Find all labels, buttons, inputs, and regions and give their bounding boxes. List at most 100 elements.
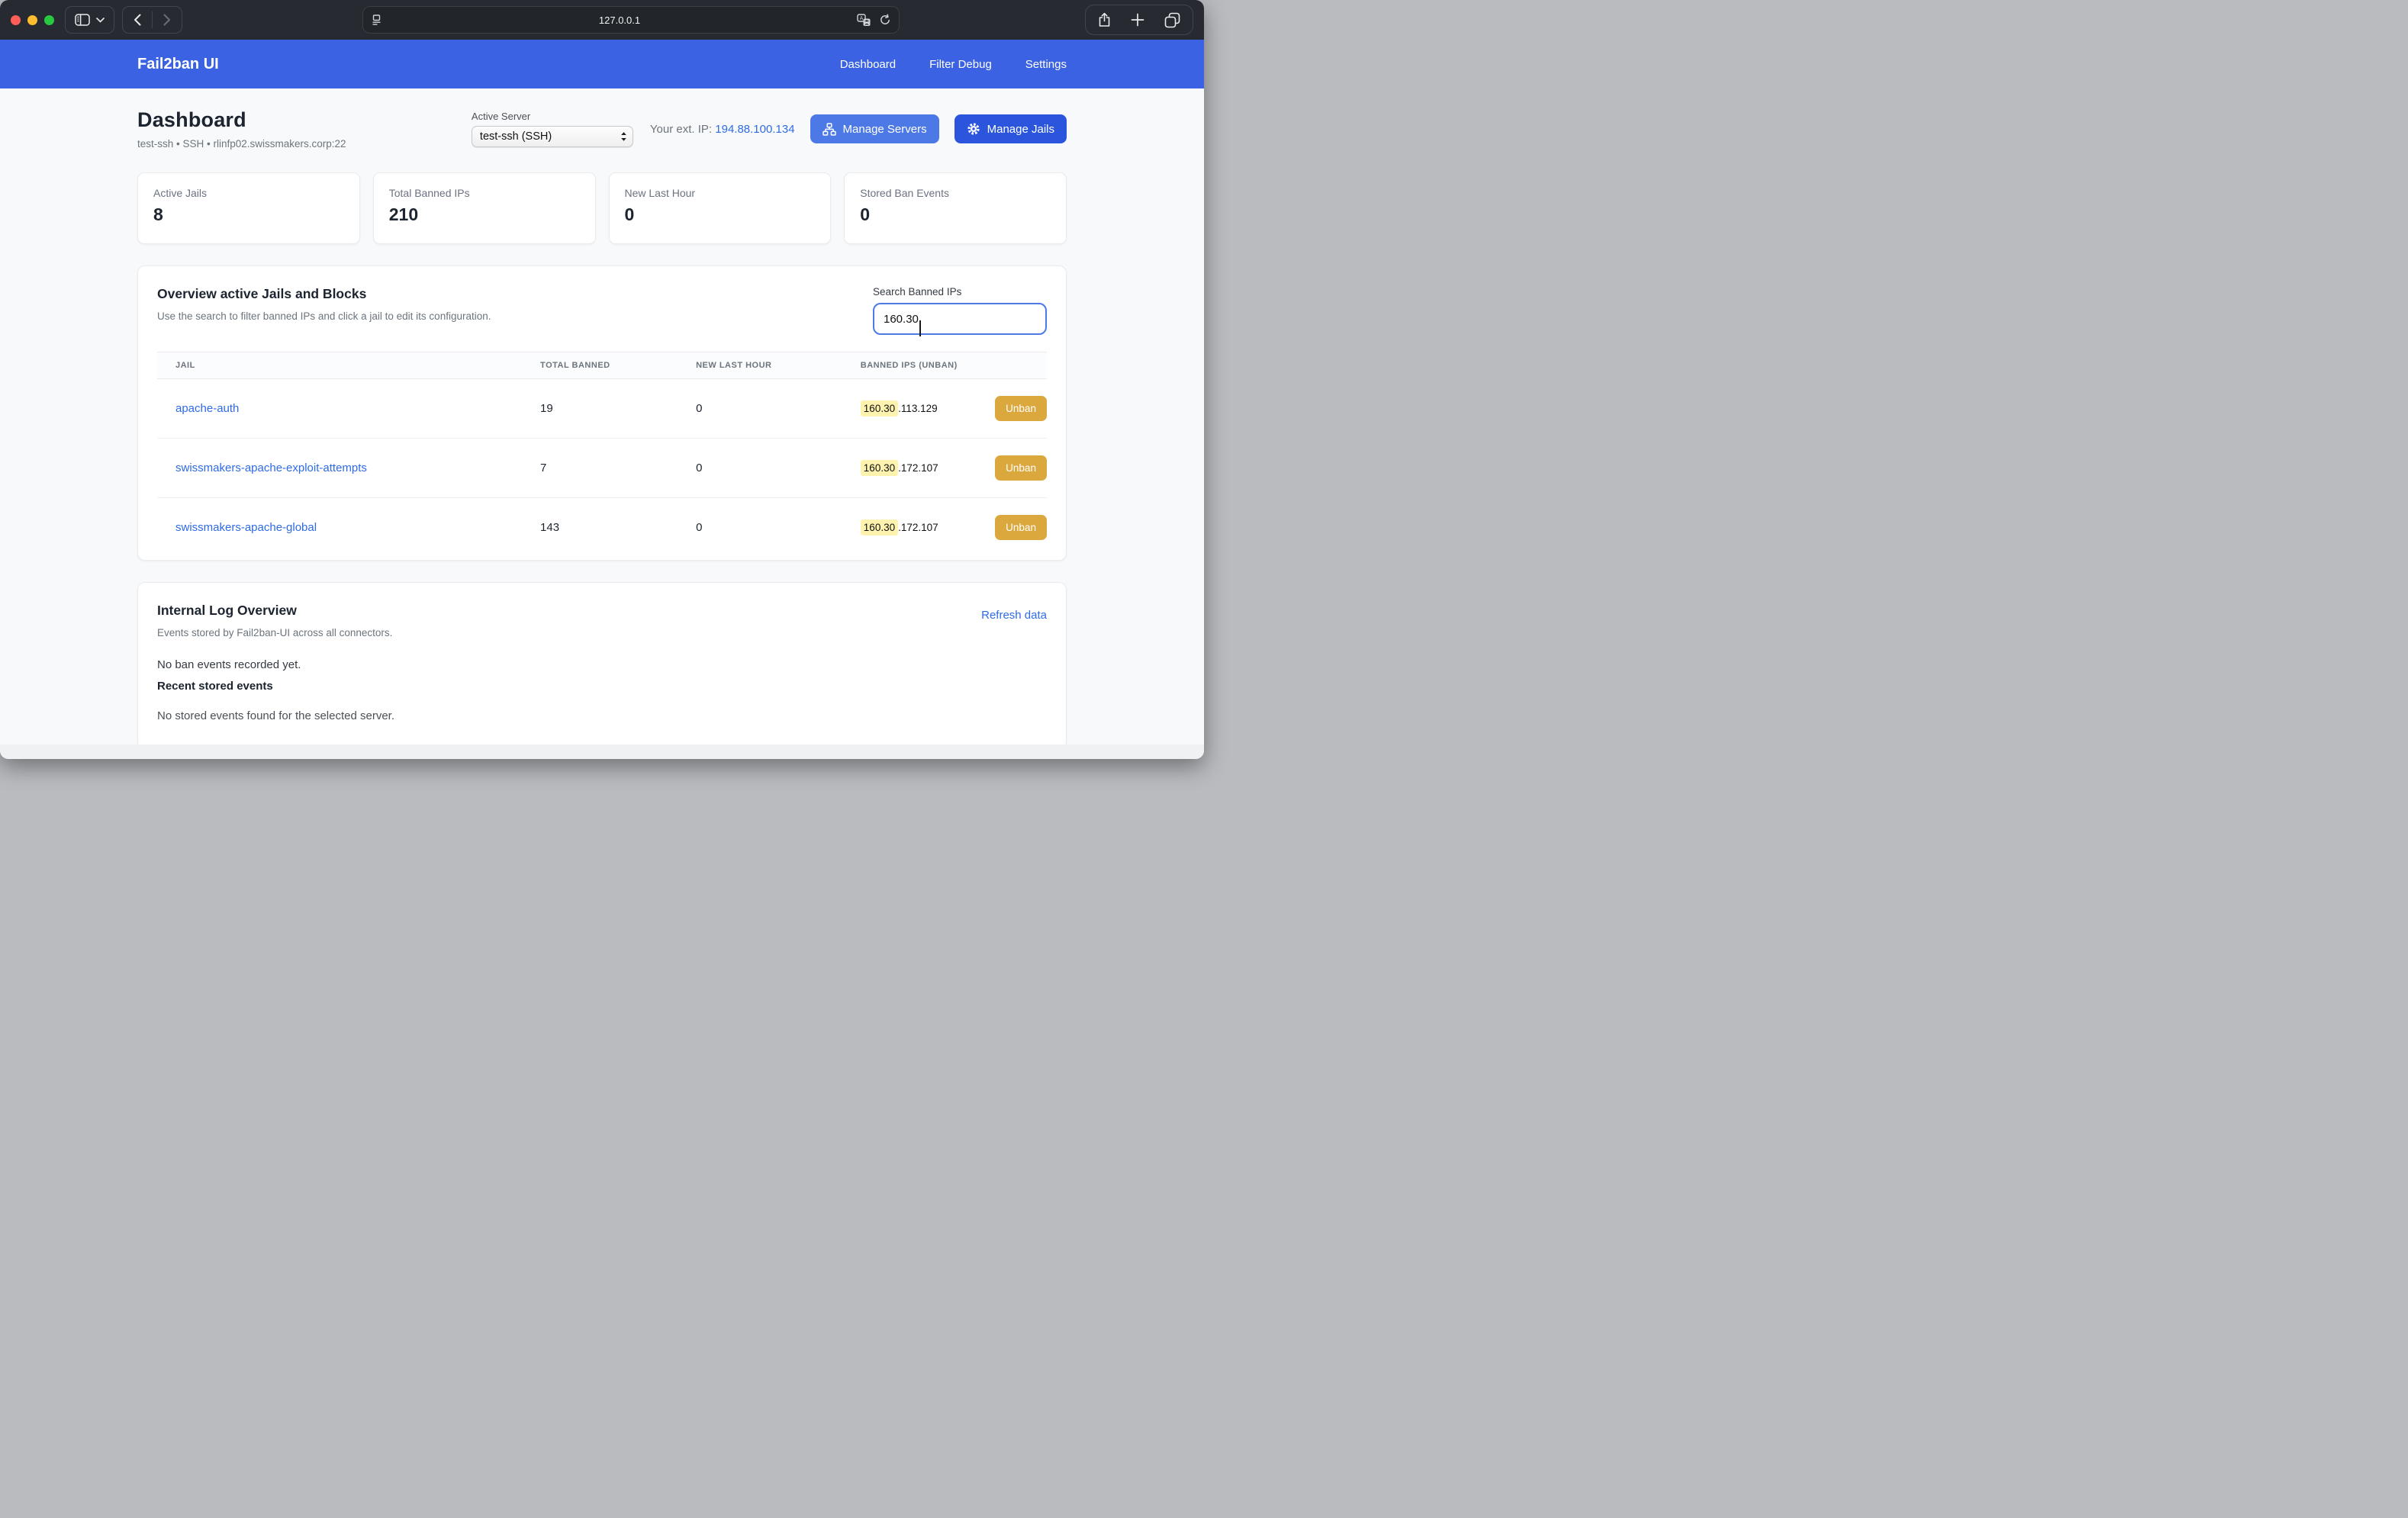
gear-icon (967, 122, 980, 136)
search-block: Search Banned IPs (873, 286, 1047, 335)
manage-servers-button[interactable]: Manage Servers (810, 114, 939, 143)
unban-button[interactable]: Unban (995, 515, 1047, 540)
page-title: Dashboard (137, 108, 346, 132)
page-subtitle: test-ssh • SSH • rlinfp02.swissmakers.co… (137, 138, 346, 150)
browser-window: 127.0.0.1 A Fail2ban UI (0, 0, 1204, 759)
forward-button[interactable] (153, 7, 182, 33)
stat-value: 0 (860, 204, 1051, 225)
column-header-total-banned: TOTAL BANNED (522, 361, 678, 370)
search-label: Search Banned IPs (873, 286, 1047, 297)
jail-link[interactable]: swissmakers-apache-exploit-attempts (175, 462, 367, 474)
new-last-hour-value: 0 (678, 462, 842, 474)
recent-stored-events-title: Recent stored events (157, 680, 1047, 693)
browser-titlebar: 127.0.0.1 A (0, 0, 1204, 40)
jail-link[interactable]: apache-auth (175, 402, 239, 415)
toolbar-right-group (1085, 5, 1193, 35)
log-caption: Events stored by Fail2ban-UI across all … (157, 627, 392, 638)
url-text[interactable]: 127.0.0.1 (382, 14, 857, 26)
manage-servers-label: Manage Servers (843, 123, 927, 136)
total-banned-value: 143 (522, 521, 678, 534)
app-navbar: Fail2ban UI Dashboard Filter Debug Setti… (0, 40, 1204, 88)
stat-card-active-jails: Active Jails 8 (137, 172, 360, 244)
overview-caption: Use the search to filter banned IPs and … (157, 310, 491, 322)
zoom-window-button[interactable] (44, 15, 54, 25)
stat-label: Total Banned IPs (389, 187, 580, 199)
banned-ip: 160.30.172.107 (861, 462, 938, 474)
column-header-banned-ips: BANNED IPS (UNBAN) (842, 361, 1047, 370)
traffic-lights (11, 15, 54, 25)
external-ip-label: Your ext. IP: (650, 123, 712, 136)
page-content: Dashboard test-ssh • SSH • rlinfp02.swis… (0, 88, 1204, 745)
ip-rest: .113.129 (898, 403, 938, 414)
refresh-data-link[interactable]: Refresh data (981, 609, 1047, 638)
stat-label: Stored Ban Events (860, 187, 1051, 199)
reload-icon[interactable] (879, 14, 891, 26)
table-row: swissmakers-apache-global 143 0 160.30.1… (157, 498, 1047, 557)
active-server-select[interactable]: test-ssh (SSH) (472, 126, 633, 147)
no-ban-events-text: No ban events recorded yet. (157, 658, 1047, 671)
stat-card-stored-ban-events: Stored Ban Events 0 (844, 172, 1067, 244)
history-nav-group (122, 6, 182, 34)
nav-links: Dashboard Filter Debug Settings (840, 58, 1067, 71)
sitemap-icon (823, 123, 836, 136)
sidebar-icon (75, 14, 90, 26)
close-window-button[interactable] (11, 15, 21, 25)
manage-jails-label: Manage Jails (987, 123, 1054, 136)
text-caret (919, 320, 921, 336)
total-banned-value: 7 (522, 462, 678, 474)
total-banned-value: 19 (522, 402, 678, 415)
column-header-jail: JAIL (157, 361, 522, 370)
ip-rest: .172.107 (898, 462, 938, 474)
search-banned-ips-input[interactable] (873, 303, 1047, 335)
sidebar-toggle-button[interactable] (65, 6, 114, 34)
new-last-hour-value: 0 (678, 521, 842, 534)
overview-card: Overview active Jails and Blocks Use the… (137, 265, 1067, 561)
unban-button[interactable]: Unban (995, 396, 1047, 421)
no-stored-events-text: No stored events found for the selected … (157, 709, 1047, 722)
unban-button[interactable]: Unban (995, 455, 1047, 481)
active-server-label: Active Server (472, 111, 633, 122)
tab-overview-icon[interactable] (1164, 12, 1180, 28)
ip-highlight: 160.30 (861, 460, 898, 476)
new-tab-icon[interactable] (1131, 13, 1144, 27)
ip-highlight: 160.30 (861, 400, 898, 416)
nav-link-settings[interactable]: Settings (1025, 58, 1067, 71)
chevron-down-icon (96, 18, 105, 23)
ip-rest: .172.107 (898, 522, 938, 533)
banned-ip: 160.30.113.129 (861, 403, 938, 414)
table-header-row: JAIL TOTAL BANNED NEW LAST HOUR BANNED I… (157, 352, 1047, 379)
table-row: apache-auth 19 0 160.30.113.129 Unban (157, 379, 1047, 439)
share-icon[interactable] (1098, 12, 1111, 27)
external-ip: Your ext. IP: 194.88.100.134 (650, 123, 795, 136)
stat-value: 0 (625, 204, 816, 225)
back-button[interactable] (123, 7, 152, 33)
nav-link-dashboard[interactable]: Dashboard (840, 58, 896, 71)
table-row: swissmakers-apache-exploit-attempts 7 0 … (157, 439, 1047, 498)
active-server-block: Active Server test-ssh (SSH) (472, 111, 633, 147)
page-header: Dashboard test-ssh • SSH • rlinfp02.swis… (137, 88, 1067, 150)
stat-cards: Active Jails 8 Total Banned IPs 210 New … (137, 172, 1067, 244)
stat-card-new-last-hour: New Last Hour 0 (609, 172, 832, 244)
minimize-window-button[interactable] (27, 15, 37, 25)
manage-jails-button[interactable]: Manage Jails (955, 114, 1067, 143)
log-title: Internal Log Overview (157, 603, 392, 619)
translate-icon[interactable]: A (857, 14, 871, 27)
stat-value: 8 (153, 204, 344, 225)
stat-label: New Last Hour (625, 187, 816, 199)
overview-title: Overview active Jails and Blocks (157, 286, 491, 302)
stat-card-total-banned: Total Banned IPs 210 (373, 172, 596, 244)
jails-table: JAIL TOTAL BANNED NEW LAST HOUR BANNED I… (157, 352, 1047, 557)
nav-link-filter-debug[interactable]: Filter Debug (929, 58, 992, 71)
reader-view-icon[interactable] (371, 14, 382, 26)
ip-highlight: 160.30 (861, 519, 898, 535)
stat-value: 210 (389, 204, 580, 225)
app-brand[interactable]: Fail2ban UI (137, 56, 219, 73)
internal-log-card: Internal Log Overview Events stored by F… (137, 582, 1067, 745)
jail-link[interactable]: swissmakers-apache-global (175, 521, 317, 534)
stat-label: Active Jails (153, 187, 344, 199)
column-header-new-last-hour: NEW LAST HOUR (678, 361, 842, 370)
address-bar[interactable]: 127.0.0.1 A (362, 6, 900, 34)
new-last-hour-value: 0 (678, 402, 842, 415)
external-ip-value[interactable]: 194.88.100.134 (715, 123, 794, 136)
svg-text:A: A (860, 16, 864, 21)
